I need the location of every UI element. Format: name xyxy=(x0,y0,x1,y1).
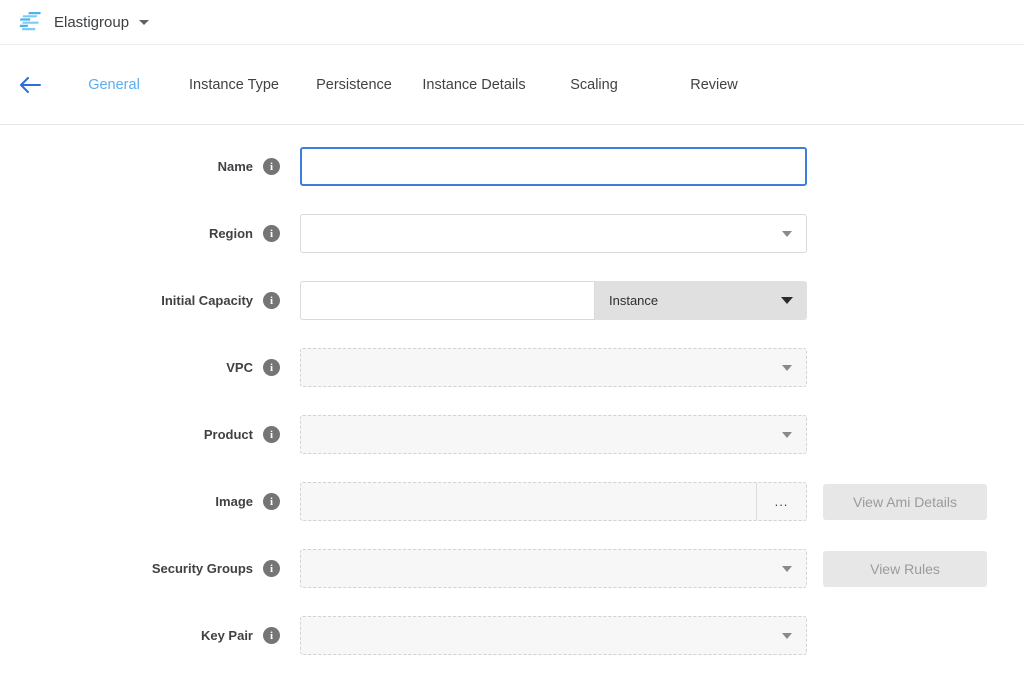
key-pair-label: Key Pair xyxy=(201,628,253,643)
security-groups-label: Security Groups xyxy=(152,561,253,576)
product-select xyxy=(300,415,807,454)
name-label: Name xyxy=(218,159,253,174)
info-icon[interactable]: i xyxy=(263,359,280,376)
form-row-vpc: VPC i xyxy=(0,348,1024,387)
vpc-label: VPC xyxy=(226,360,253,375)
info-icon[interactable]: i xyxy=(263,158,280,175)
info-icon[interactable]: i xyxy=(263,292,280,309)
security-groups-select xyxy=(300,549,807,588)
form-row-initial-capacity: Initial Capacity i Instance xyxy=(0,281,1024,320)
initial-capacity-input[interactable] xyxy=(300,281,595,320)
view-rules-button[interactable]: View Rules xyxy=(823,551,987,587)
tab-persistence[interactable]: Persistence xyxy=(294,77,414,93)
elastigroup-logo-icon[interactable] xyxy=(16,11,42,33)
tab-list: General Instance Type Persistence Instan… xyxy=(54,77,774,93)
chevron-down-icon xyxy=(781,297,793,304)
region-label: Region xyxy=(209,226,253,241)
product-label: Product xyxy=(204,427,253,442)
general-settings-form: Name i Region i Initial Capacity i Insta… xyxy=(0,125,1024,655)
image-label: Image xyxy=(215,494,253,509)
image-input: ... xyxy=(300,482,807,521)
vpc-select xyxy=(300,348,807,387)
tab-instance-details[interactable]: Instance Details xyxy=(414,77,534,93)
form-row-product: Product i xyxy=(0,415,1024,454)
form-row-key-pair: Key Pair i xyxy=(0,616,1024,655)
capacity-unit-value: Instance xyxy=(609,293,658,308)
chevron-down-icon xyxy=(782,365,792,371)
region-select[interactable] xyxy=(300,214,807,253)
tab-review[interactable]: Review xyxy=(654,77,774,93)
initial-capacity-group: Instance xyxy=(300,281,807,320)
chevron-down-icon[interactable] xyxy=(139,20,149,25)
app-title[interactable]: Elastigroup xyxy=(54,14,129,31)
chevron-down-icon xyxy=(782,566,792,572)
key-pair-select xyxy=(300,616,807,655)
chevron-down-icon xyxy=(782,633,792,639)
form-row-security-groups: Security Groups i View Rules xyxy=(0,549,1024,588)
capacity-unit-select[interactable]: Instance xyxy=(595,281,807,320)
info-icon[interactable]: i xyxy=(263,560,280,577)
back-arrow-button[interactable] xyxy=(18,73,42,97)
form-row-image: Image i ... View Ami Details xyxy=(0,482,1024,521)
info-icon[interactable]: i xyxy=(263,493,280,510)
info-icon[interactable]: i xyxy=(263,225,280,242)
tab-general[interactable]: General xyxy=(54,77,174,93)
top-bar: Elastigroup xyxy=(0,0,1024,45)
tab-instance-type[interactable]: Instance Type xyxy=(174,77,294,93)
form-row-region: Region i xyxy=(0,214,1024,253)
view-ami-details-button[interactable]: View Ami Details xyxy=(823,484,987,520)
browse-image-button[interactable]: ... xyxy=(756,483,806,520)
wizard-tab-bar: General Instance Type Persistence Instan… xyxy=(0,45,1024,125)
tab-scaling[interactable]: Scaling xyxy=(534,77,654,93)
initial-capacity-label: Initial Capacity xyxy=(161,293,253,308)
name-input[interactable] xyxy=(300,147,807,186)
chevron-down-icon xyxy=(782,432,792,438)
chevron-down-icon xyxy=(782,231,792,237)
info-icon[interactable]: i xyxy=(263,426,280,443)
info-icon[interactable]: i xyxy=(263,627,280,644)
form-row-name: Name i xyxy=(0,147,1024,186)
